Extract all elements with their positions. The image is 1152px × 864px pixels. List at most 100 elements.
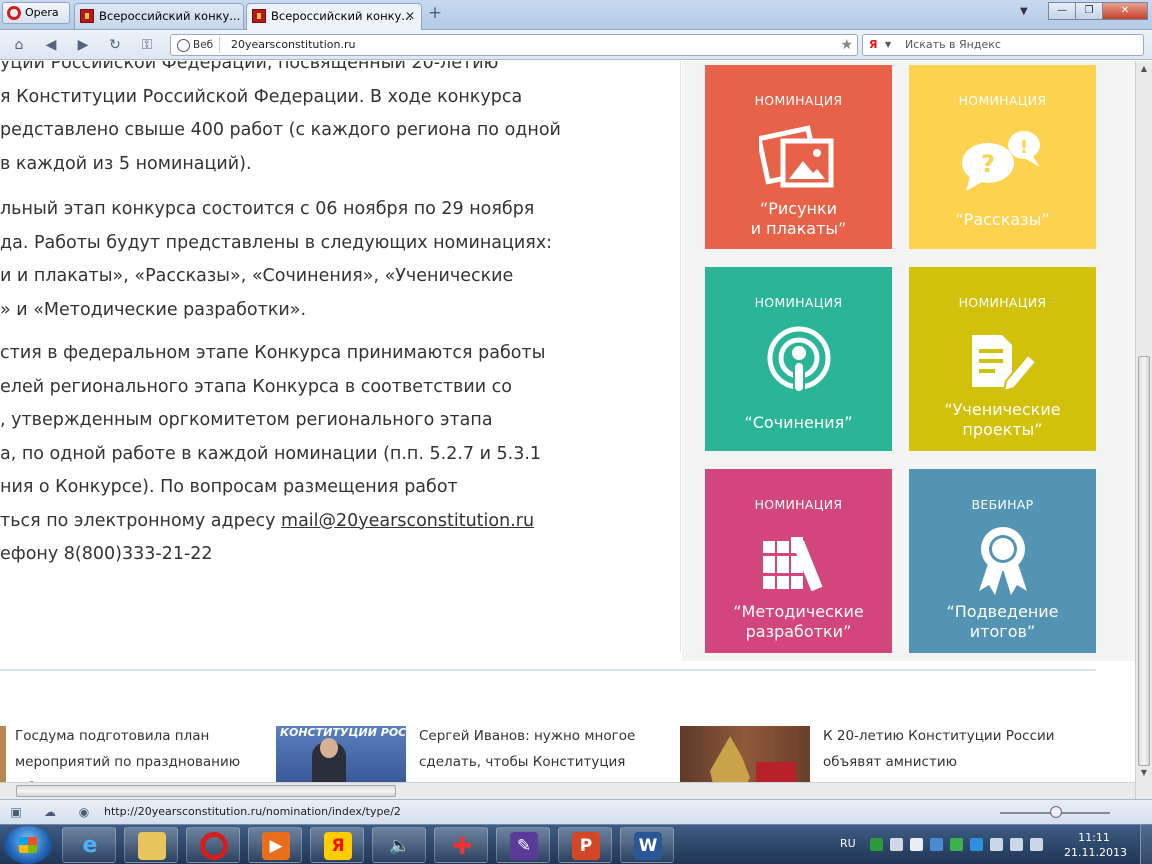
window-controls: — ❐ ✕ xyxy=(1048,2,1148,20)
thumbnail-caption: КОНСТИТУЦИИ РОССИИ xyxy=(280,726,406,739)
show-desktop-button[interactable] xyxy=(1140,825,1152,864)
scroll-down-icon[interactable]: ▼ xyxy=(1136,765,1152,781)
vertical-scroll-thumb[interactable] xyxy=(1138,356,1150,766)
taskbar-ie[interactable]: e xyxy=(62,827,116,863)
clock-date: 21.11.2013 xyxy=(1064,846,1127,859)
tile-kind-label: НОМИНАЦИЯ xyxy=(958,93,1047,108)
taskbar-explorer[interactable] xyxy=(124,827,178,863)
panel-toggle-icon[interactable]: ▣ xyxy=(8,804,24,820)
taskbar-powerpoint[interactable]: P xyxy=(558,827,612,863)
tray-skype-icon[interactable] xyxy=(970,838,983,851)
taskbar-clock[interactable]: 11:11 21.11.2013 xyxy=(1064,830,1127,860)
back-icon[interactable]: ◀ xyxy=(40,35,62,55)
forward-icon[interactable]: ▶ xyxy=(72,35,94,55)
tile-methodical-developments[interactable]: НОМИНАЦИЯ “Методические разработки” xyxy=(705,469,892,653)
email-link[interactable]: mail@20yearsconstitution.ru xyxy=(281,511,534,531)
status-bar: ▣ ☁ ◉ http://20yearsconstitution.ru/nomi… xyxy=(0,799,1152,824)
browser-window: Opera Всероссийский конку... Всероссийск… xyxy=(0,0,1152,864)
phone-line: ефону 8(800)333-21-22 xyxy=(0,544,213,564)
tray-antivirus-icon[interactable] xyxy=(950,838,963,851)
search-box[interactable]: Я ▼ Искать в Яндекс xyxy=(862,34,1144,56)
tile-title: “Сочинения” xyxy=(705,413,892,433)
reload-icon[interactable]: ↻ xyxy=(104,35,126,55)
tile-title-line: итогов” xyxy=(969,622,1036,641)
section-divider xyxy=(0,669,1096,671)
tray-volume-icon[interactable] xyxy=(1010,838,1023,851)
news-item-3[interactable]: К 20-летию Конституции России объявят ам… xyxy=(823,723,1055,775)
close-window-button[interactable]: ✕ xyxy=(1102,2,1148,20)
text-line: елей регионального этапа Конкурса в соот… xyxy=(0,376,512,397)
horizontal-scroll-thumb[interactable] xyxy=(16,785,396,797)
navigation-bar: ⌂ ◀ ▶ ↻ ⚿ Веб 20yearsconstitution.ru ★ Я… xyxy=(0,30,1152,60)
speed-dial-icon[interactable]: ◉ xyxy=(76,804,92,820)
tile-title-line: “Рассказы” xyxy=(955,210,1050,229)
tile-title-line: “Методические xyxy=(733,602,864,621)
tile-student-projects[interactable]: НОМИНАЦИЯ “Ученические проекты” xyxy=(909,267,1096,451)
search-input[interactable]: Искать в Яндекс xyxy=(905,35,1001,55)
bookmark-star-icon[interactable]: ★ xyxy=(840,35,853,55)
tray-device-icon[interactable] xyxy=(910,838,923,851)
taskbar-word[interactable]: W xyxy=(620,827,674,863)
tab-2-active[interactable]: Всероссийский конку... ✕ xyxy=(246,3,422,31)
taskbar-sound[interactable]: 🔈 xyxy=(372,827,426,863)
tray-app-icon[interactable] xyxy=(870,838,883,851)
taskbar-media-player[interactable]: ▶ xyxy=(248,827,302,863)
cloud-icon[interactable]: ☁ xyxy=(42,804,58,820)
tab-1[interactable]: Всероссийский конку... xyxy=(74,3,244,29)
tile-webinar-results[interactable]: ВЕБИНАР “Подведение итогов” xyxy=(909,469,1096,653)
news-title-line: сделать, чтобы Конституция xyxy=(419,754,626,770)
compass-icon: ✚ xyxy=(451,832,473,860)
tray-wifi-icon[interactable] xyxy=(930,838,943,851)
web-mode-badge[interactable]: Веб xyxy=(175,37,221,53)
tray-network-icon[interactable] xyxy=(990,838,1003,851)
tile-title-line: “Сочинения” xyxy=(744,413,853,432)
pen-tool-icon: ✎ xyxy=(510,832,538,860)
scroll-up-icon[interactable]: ▲ xyxy=(1136,61,1152,77)
opera-menu-button[interactable]: Opera xyxy=(2,2,70,24)
key-icon[interactable]: ⚿ xyxy=(136,35,158,55)
pictures-icon xyxy=(758,125,833,188)
tile-title-line: “Подведение xyxy=(946,602,1059,621)
tile-stories[interactable]: НОМИНАЦИЯ ? ! “Рассказы” xyxy=(909,65,1096,249)
podcast-icon xyxy=(767,326,830,393)
article-paragraph-3: стия в федеральном этапе Конкурса приним… xyxy=(0,337,545,572)
tile-title: “Рассказы” xyxy=(909,210,1096,230)
yandex-icon: Я xyxy=(869,38,878,51)
minimize-button[interactable]: — xyxy=(1048,2,1076,20)
tile-title-line: проекты” xyxy=(962,420,1043,439)
tile-title: “Подведение итогов” xyxy=(909,602,1096,642)
close-tab-icon[interactable]: ✕ xyxy=(405,4,415,28)
taskbar-opera[interactable] xyxy=(186,827,240,863)
zoom-slider-knob[interactable] xyxy=(1050,806,1062,818)
tab-title: Всероссийский конку... xyxy=(271,9,413,23)
taskbar-editor[interactable]: ✎ xyxy=(496,827,550,863)
tile-drawings-posters[interactable]: НОМИНАЦИЯ “Рисунки и плакаты” xyxy=(705,65,892,249)
taskbar-app-red[interactable]: ✚ xyxy=(434,827,488,863)
taskbar-yandex[interactable]: Я xyxy=(310,827,364,863)
tile-title-line: разработки” xyxy=(745,622,852,641)
horizontal-scrollbar[interactable] xyxy=(0,782,1135,799)
news-title-line: Сергей Иванов: нужно многое xyxy=(419,728,636,744)
tile-essays[interactable]: НОМИНАЦИЯ “Сочинения” xyxy=(705,267,892,451)
powerpoint-icon: P xyxy=(572,832,600,860)
opera-icon xyxy=(200,832,228,860)
vertical-scrollbar[interactable]: ▲ ▼ xyxy=(1135,61,1152,799)
address-bar[interactable]: Веб 20yearsconstitution.ru ★ xyxy=(170,34,858,56)
start-button[interactable] xyxy=(4,826,52,864)
ie-icon: e xyxy=(82,833,98,858)
address-input[interactable]: 20yearsconstitution.ru xyxy=(231,35,355,55)
restore-button[interactable]: ❐ xyxy=(1075,2,1103,20)
tab-list-chevron-icon[interactable]: ▼ xyxy=(1020,6,1028,17)
search-engine-dropdown-icon[interactable]: ▼ xyxy=(885,35,891,55)
news-title-line: Госдума подготовила план xyxy=(15,728,210,744)
text-line: и и плакаты», «Рассказы», «Сочинения», «… xyxy=(0,266,514,286)
home-icon[interactable]: ⌂ xyxy=(8,35,30,55)
tray-help-icon[interactable] xyxy=(890,838,903,851)
svg-text:!: ! xyxy=(1019,137,1027,158)
tab-title: Всероссийский конку... xyxy=(99,9,241,23)
text-line: стия в федеральном этапе Конкурса приним… xyxy=(0,343,546,363)
tray-flag-icon[interactable] xyxy=(1030,838,1043,851)
windows-taskbar: e ▶ Я 🔈 ✚ ✎ P W RU 11:11 21.11.2013 xyxy=(0,824,1152,864)
language-indicator[interactable]: RU xyxy=(840,837,856,850)
new-tab-button[interactable]: + xyxy=(425,3,445,23)
